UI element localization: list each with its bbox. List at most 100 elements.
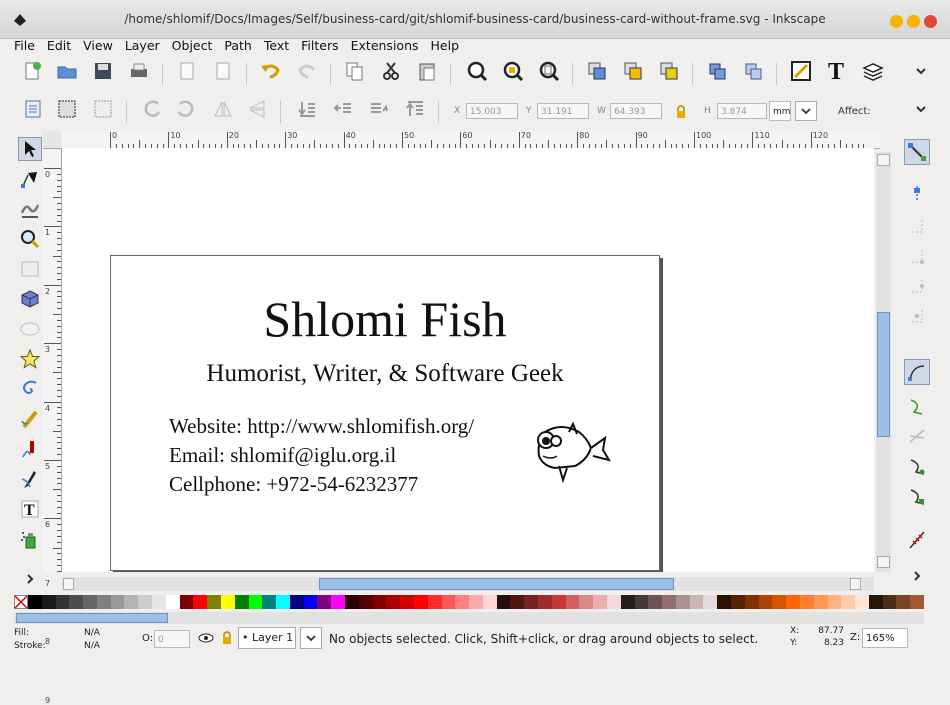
w-field[interactable]: 64.393	[610, 103, 662, 119]
snap-bbox-icon[interactable]	[906, 183, 928, 205]
color-swatch[interactable]	[717, 595, 732, 609]
calligraphy-tool-icon[interactable]	[18, 467, 42, 491]
color-swatch[interactable]	[207, 595, 222, 609]
color-swatch[interactable]	[96, 595, 111, 609]
snap-cusp-nodes-icon[interactable]	[906, 455, 928, 477]
select-all-layers-icon[interactable]	[92, 98, 114, 120]
cut-icon[interactable]	[380, 60, 402, 82]
unit-dropdown-icon[interactable]	[795, 101, 817, 121]
print-icon[interactable]	[128, 60, 150, 82]
color-swatch[interactable]	[41, 595, 56, 609]
color-swatch[interactable]	[303, 595, 318, 609]
clone-icon[interactable]	[622, 60, 644, 82]
color-swatch[interactable]	[538, 595, 553, 609]
color-swatch[interactable]	[248, 595, 263, 609]
scroll-down-icon[interactable]	[877, 556, 890, 568]
color-swatch[interactable]	[634, 595, 649, 609]
raise-icon[interactable]	[368, 98, 390, 120]
rectangle-tool-icon[interactable]	[18, 257, 42, 281]
vertical-scrollbar[interactable]	[876, 152, 891, 572]
zoom-tool-icon[interactable]	[18, 227, 42, 251]
menu-filters[interactable]: Filters	[301, 38, 338, 53]
color-swatch[interactable]	[703, 595, 718, 609]
zoom-page-icon[interactable]	[538, 60, 560, 82]
rotate-ccw-icon[interactable]	[142, 98, 164, 120]
snap-bbox-midpoint-icon[interactable]	[906, 275, 928, 297]
card-tagline[interactable]: Humorist, Writer, & Software Geek	[111, 360, 659, 388]
color-swatch[interactable]	[510, 595, 525, 609]
color-swatch[interactable]	[799, 595, 814, 609]
color-swatch[interactable]	[372, 595, 387, 609]
color-swatch[interactable]	[744, 595, 759, 609]
x-field[interactable]: 15.003	[466, 103, 518, 119]
lower-icon[interactable]	[332, 98, 354, 120]
flip-vertical-icon[interactable]	[246, 98, 268, 120]
vertical-ruler[interactable]: 0123456789	[43, 148, 62, 705]
color-swatch[interactable]	[482, 595, 497, 609]
color-swatch[interactable]	[110, 595, 125, 609]
color-swatch[interactable]	[896, 595, 911, 609]
y-field[interactable]: 31.191	[537, 103, 589, 119]
maximize-button[interactable]	[907, 15, 920, 28]
snap-intersection-icon[interactable]	[906, 425, 928, 447]
ellipse-tool-icon[interactable]	[18, 317, 42, 341]
color-swatch[interactable]	[358, 595, 373, 609]
menu-edit[interactable]: Edit	[47, 38, 71, 53]
color-swatch[interactable]	[152, 595, 167, 609]
menu-layer[interactable]: Layer	[125, 38, 160, 53]
business-card[interactable]: Shlomi Fish Humorist, Writer, & Software…	[110, 255, 660, 571]
palette-scrollbar[interactable]	[14, 612, 924, 624]
duplicate-icon[interactable]	[586, 60, 608, 82]
menu-path[interactable]: Path	[224, 38, 251, 53]
color-swatch[interactable]	[855, 595, 870, 609]
color-swatch[interactable]	[413, 595, 428, 609]
pen-tool-icon[interactable]	[18, 437, 42, 461]
3d-box-tool-icon[interactable]	[18, 287, 42, 311]
fill-stroke-icon[interactable]	[790, 60, 812, 82]
spiral-tool-icon[interactable]	[18, 377, 42, 401]
horizontal-scrollbar[interactable]	[62, 577, 874, 591]
import-icon[interactable]	[176, 60, 198, 82]
close-button[interactable]	[924, 15, 937, 28]
menu-help[interactable]: Help	[431, 38, 460, 53]
h-field[interactable]: 3.874	[717, 103, 767, 119]
unit-select[interactable]: mm	[769, 101, 791, 121]
xml-editor-icon[interactable]	[22, 98, 44, 120]
horizontal-ruler[interactable]: 0 10 20 30 40 50 60 70 80 90 100 110 120	[62, 131, 880, 149]
scroll-left-icon[interactable]	[63, 578, 74, 590]
color-swatch[interactable]	[55, 595, 70, 609]
card-email[interactable]: Email: shlomif@iglu.org.il	[169, 443, 396, 468]
color-swatch[interactable]	[331, 595, 346, 609]
raise-top-icon[interactable]	[404, 98, 426, 120]
color-swatch[interactable]	[579, 595, 594, 609]
no-paint-swatch[interactable]	[14, 595, 28, 609]
export-icon[interactable]	[212, 60, 234, 82]
color-swatch[interactable]	[648, 595, 663, 609]
color-swatch[interactable]	[606, 595, 621, 609]
color-swatch[interactable]	[427, 595, 442, 609]
ungroup-icon[interactable]	[742, 60, 764, 82]
snap-enable-icon[interactable]	[904, 139, 930, 165]
color-swatch[interactable]	[786, 595, 801, 609]
color-swatch[interactable]	[524, 595, 539, 609]
menu-text[interactable]: Text	[264, 38, 289, 53]
snap-smooth-nodes-icon[interactable]	[906, 485, 928, 507]
snap-paths-icon[interactable]	[906, 395, 928, 417]
fish-drawing[interactable]	[529, 418, 611, 486]
snap-bbox-corner-icon[interactable]	[906, 245, 928, 267]
menu-extensions[interactable]: Extensions	[351, 38, 419, 53]
opacity-field[interactable]: 0	[154, 630, 190, 648]
horizontal-scroll-thumb[interactable]	[319, 578, 674, 590]
lower-bottom-icon[interactable]	[296, 98, 318, 120]
group-icon[interactable]	[706, 60, 728, 82]
palette-scroll-thumb[interactable]	[16, 613, 168, 623]
chevron-down-icon[interactable]	[910, 60, 932, 82]
menu-view[interactable]: View	[83, 38, 113, 53]
color-swatch[interactable]	[124, 595, 139, 609]
open-folder-icon[interactable]	[56, 60, 78, 82]
color-swatch[interactable]	[841, 595, 856, 609]
color-swatch[interactable]	[317, 595, 332, 609]
color-swatch[interactable]	[565, 595, 580, 609]
vertical-scroll-thumb[interactable]	[877, 312, 890, 437]
text-tool-icon[interactable]: T	[18, 497, 42, 521]
